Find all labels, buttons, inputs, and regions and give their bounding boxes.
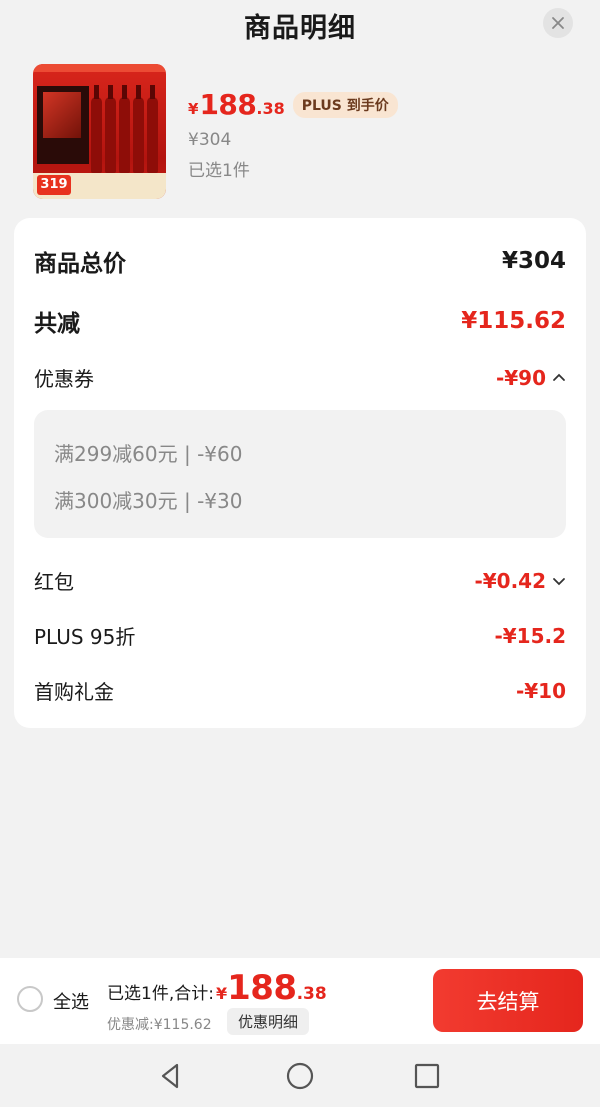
- total-price-row: 商品总价 ¥304: [34, 244, 566, 278]
- close-icon: [552, 17, 564, 29]
- image-bottle: [147, 85, 158, 173]
- system-nav-bar: [0, 1044, 600, 1107]
- coupon-value: -¥90: [495, 365, 546, 390]
- order-total-integer: 188: [227, 968, 297, 1008]
- image-price-tag: 319: [37, 175, 71, 195]
- redpacket-value: -¥0.42: [474, 568, 546, 593]
- plus-discount-row: PLUS 95折 -¥15.2: [34, 621, 566, 650]
- product-info: ¥ 188 .38 PLUS 到手价 ¥304 已选1件: [188, 88, 568, 181]
- discount-summary: 优惠减:¥115.62: [107, 1017, 212, 1033]
- first-purchase-label: 首购礼金: [34, 680, 114, 704]
- back-icon[interactable]: [155, 1060, 187, 1092]
- coupon-value-wrap[interactable]: -¥90: [496, 366, 566, 390]
- image-topbar: [33, 64, 166, 72]
- coupon-label: 优惠券: [34, 367, 94, 391]
- plus-price-badge: PLUS 到手价: [292, 91, 398, 118]
- plus-discount-value: -¥15.2: [494, 623, 566, 648]
- checkout-button[interactable]: 去结算: [433, 969, 583, 1032]
- order-total: 已选1件,合计: ¥ 188 .38: [107, 968, 327, 1008]
- chevron-down-icon: [553, 577, 565, 585]
- total-reduction-label: 共减: [34, 311, 80, 337]
- first-purchase-value: -¥10: [515, 678, 566, 703]
- image-bottle: [119, 85, 130, 173]
- plus-discount-label: PLUS 95折: [34, 625, 136, 649]
- checkout-bar: 全选 已选1件,合计: ¥ 188 .38 优惠减:¥115.62 优惠明细 去…: [0, 958, 600, 1044]
- close-button[interactable]: [543, 8, 573, 38]
- recents-icon[interactable]: [411, 1060, 443, 1092]
- first-purchase-row: 首购礼金 -¥10: [34, 676, 566, 705]
- image-bottle: [133, 85, 144, 173]
- product-image[interactable]: 319: [33, 64, 166, 199]
- discount-detail-button[interactable]: 优惠明细: [227, 1008, 310, 1035]
- total-price-label: 商品总价: [34, 251, 126, 277]
- total-reduction-row: 共减 ¥115.62: [34, 304, 566, 338]
- select-all-radio[interactable]: [17, 986, 43, 1012]
- page: 商品明细 319 ¥ 188 .38 PLUS 到手价 ¥304 已选1件 商品…: [0, 0, 600, 1107]
- header: 商品明细: [0, 0, 600, 50]
- price-currency: ¥: [188, 100, 199, 118]
- selected-count: 已选1件: [188, 161, 250, 181]
- total-reduction-value: ¥115.62: [461, 308, 566, 334]
- price-breakdown-card: 商品总价 ¥304 共减 ¥115.62 优惠券 -¥90 满299减60元 |…: [14, 218, 586, 728]
- price-decimal: .38: [256, 99, 285, 118]
- redpacket-row[interactable]: 红包 -¥0.42: [34, 566, 566, 595]
- product-price: ¥ 188 .38 PLUS 到手价: [188, 88, 568, 121]
- order-total-currency: ¥: [215, 984, 228, 1003]
- order-total-label: 已选1件,合计:: [107, 984, 214, 1004]
- total-price-value: ¥304: [501, 248, 566, 274]
- coupon-row[interactable]: 优惠券 -¥90: [34, 363, 566, 392]
- image-gift-box: [37, 86, 89, 164]
- coupon-item: 满299减60元 | -¥60: [54, 442, 243, 466]
- redpacket-label: 红包: [34, 570, 74, 594]
- select-all-label[interactable]: 全选: [53, 988, 89, 1014]
- coupon-detail-box: 满299减60元 | -¥60 满300减30元 | -¥30: [34, 410, 566, 538]
- image-bottle: [91, 85, 102, 173]
- order-total-decimal: .38: [296, 984, 327, 1004]
- chevron-up-icon: [553, 373, 565, 381]
- image-bottle: [105, 85, 116, 173]
- home-icon[interactable]: [284, 1060, 316, 1092]
- coupon-item: 满300减30元 | -¥30: [54, 489, 243, 513]
- redpacket-value-wrap[interactable]: -¥0.42: [474, 569, 566, 593]
- original-price: ¥304: [188, 130, 232, 150]
- price-integer: 188: [199, 88, 257, 121]
- page-title: 商品明细: [244, 13, 356, 44]
